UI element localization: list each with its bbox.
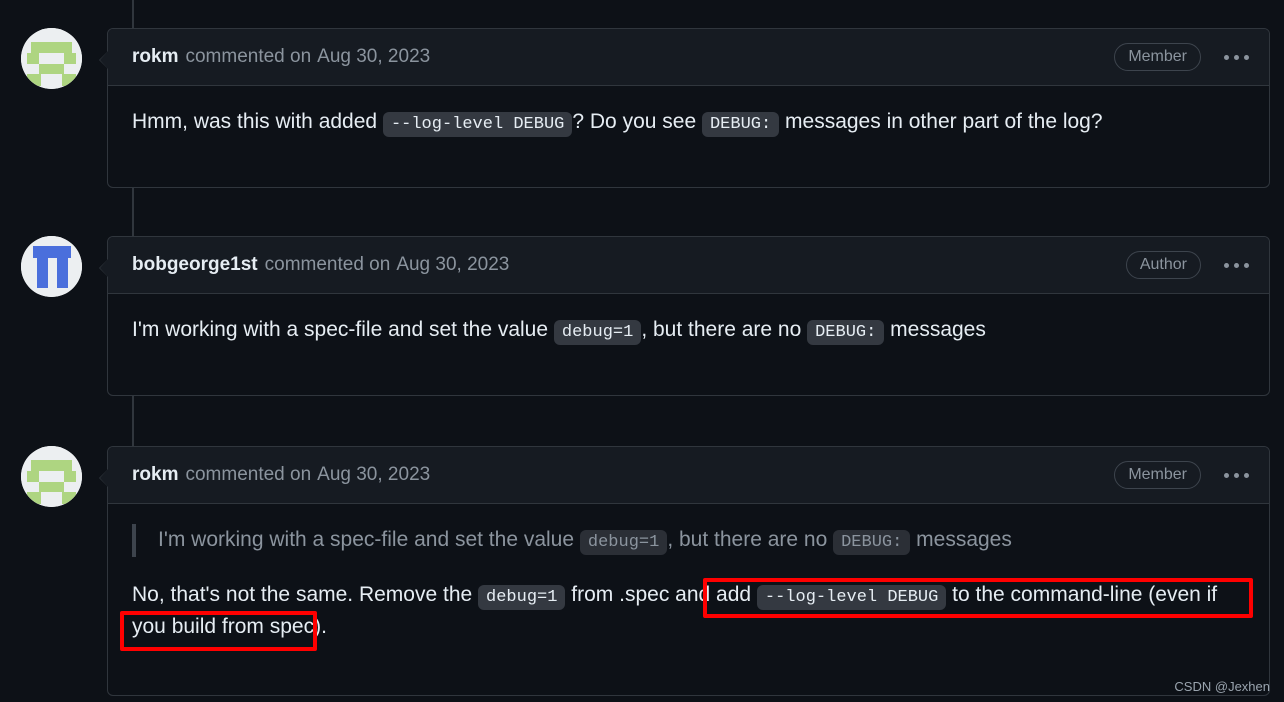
inline-code: debug=1 — [478, 584, 566, 610]
inline-code: DEBUG: — [833, 530, 911, 555]
inline-code: DEBUG: — [807, 320, 885, 345]
github-issue-comment-thread: rokm commented on Aug 30, 2023 Member Hm… — [0, 0, 1284, 702]
comment-text: Hmm, was this with added --log-level DEB… — [132, 106, 1245, 139]
comment-header-actions: Author — [1125, 251, 1255, 279]
avatar[interactable] — [21, 446, 82, 507]
bubble-caret-fill — [100, 259, 108, 277]
watermark: CSDN @Jexhen — [1174, 679, 1270, 694]
comment-author[interactable]: rokm — [132, 46, 178, 68]
timeline-connector — [132, 0, 134, 28]
identicon-green-icon — [21, 28, 82, 89]
quoted-text: I'm working with a spec-file and set the… — [132, 524, 1245, 557]
avatar[interactable] — [21, 28, 82, 89]
comment-action: commented on — [185, 464, 312, 485]
comment-header-actions: Member — [1114, 43, 1255, 71]
status-badge: Member — [1114, 43, 1201, 71]
comment-box: bobgeorge1st commented on Aug 30, 2023 A… — [99, 236, 1270, 396]
avatar[interactable] — [21, 236, 82, 297]
identicon-green-icon — [21, 446, 82, 507]
comment-text: No, that's not the same. Remove the debu… — [132, 582, 1218, 639]
comment-body: Hmm, was this with added --log-level DEB… — [108, 86, 1269, 161]
comment-text: I'm working with a spec-file and set the… — [132, 314, 1245, 347]
comment-date[interactable]: Aug 30, 2023 — [317, 464, 430, 486]
inline-code: debug=1 — [579, 530, 668, 555]
inline-code: --log-level DEBUG — [756, 584, 947, 610]
comment-date[interactable]: Aug 30, 2023 — [396, 254, 509, 276]
bubble-caret-fill — [100, 469, 108, 487]
kebab-menu-icon[interactable] — [1218, 259, 1255, 272]
comment-author[interactable]: rokm — [132, 464, 178, 486]
kebab-menu-icon[interactable] — [1218, 51, 1255, 64]
comment-body: I'm working with a spec-file and set the… — [108, 504, 1269, 666]
comment-header: bobgeorge1st commented on Aug 30, 2023 A… — [108, 237, 1269, 294]
inline-code: DEBUG: — [701, 112, 780, 137]
comment-author[interactable]: bobgeorge1st — [132, 254, 258, 276]
comment-box: rokm commented on Aug 30, 2023 Member Hm… — [99, 28, 1270, 188]
comment-body: I'm working with a spec-file and set the… — [108, 294, 1269, 369]
bubble-caret-fill — [100, 51, 108, 69]
comment-header: rokm commented on Aug 30, 2023 Member — [108, 29, 1269, 86]
timeline-connector — [132, 188, 134, 236]
kebab-menu-icon[interactable] — [1218, 469, 1255, 482]
comment-box: rokm commented on Aug 30, 2023 Member I'… — [99, 446, 1270, 696]
comment-header: rokm commented on Aug 30, 2023 Member — [108, 447, 1269, 504]
comment-action: commented on — [264, 254, 391, 275]
comment-header-actions: Member — [1114, 461, 1255, 489]
inline-code: --log-level DEBUG — [382, 112, 573, 137]
avatar-blue-tt-icon — [21, 236, 82, 297]
status-badge: Member — [1114, 461, 1201, 489]
timeline-connector — [132, 396, 134, 446]
inline-code: debug=1 — [553, 320, 642, 345]
status-badge: Author — [1125, 251, 1201, 279]
comment-date[interactable]: Aug 30, 2023 — [317, 46, 430, 68]
comment-action: commented on — [185, 46, 312, 67]
